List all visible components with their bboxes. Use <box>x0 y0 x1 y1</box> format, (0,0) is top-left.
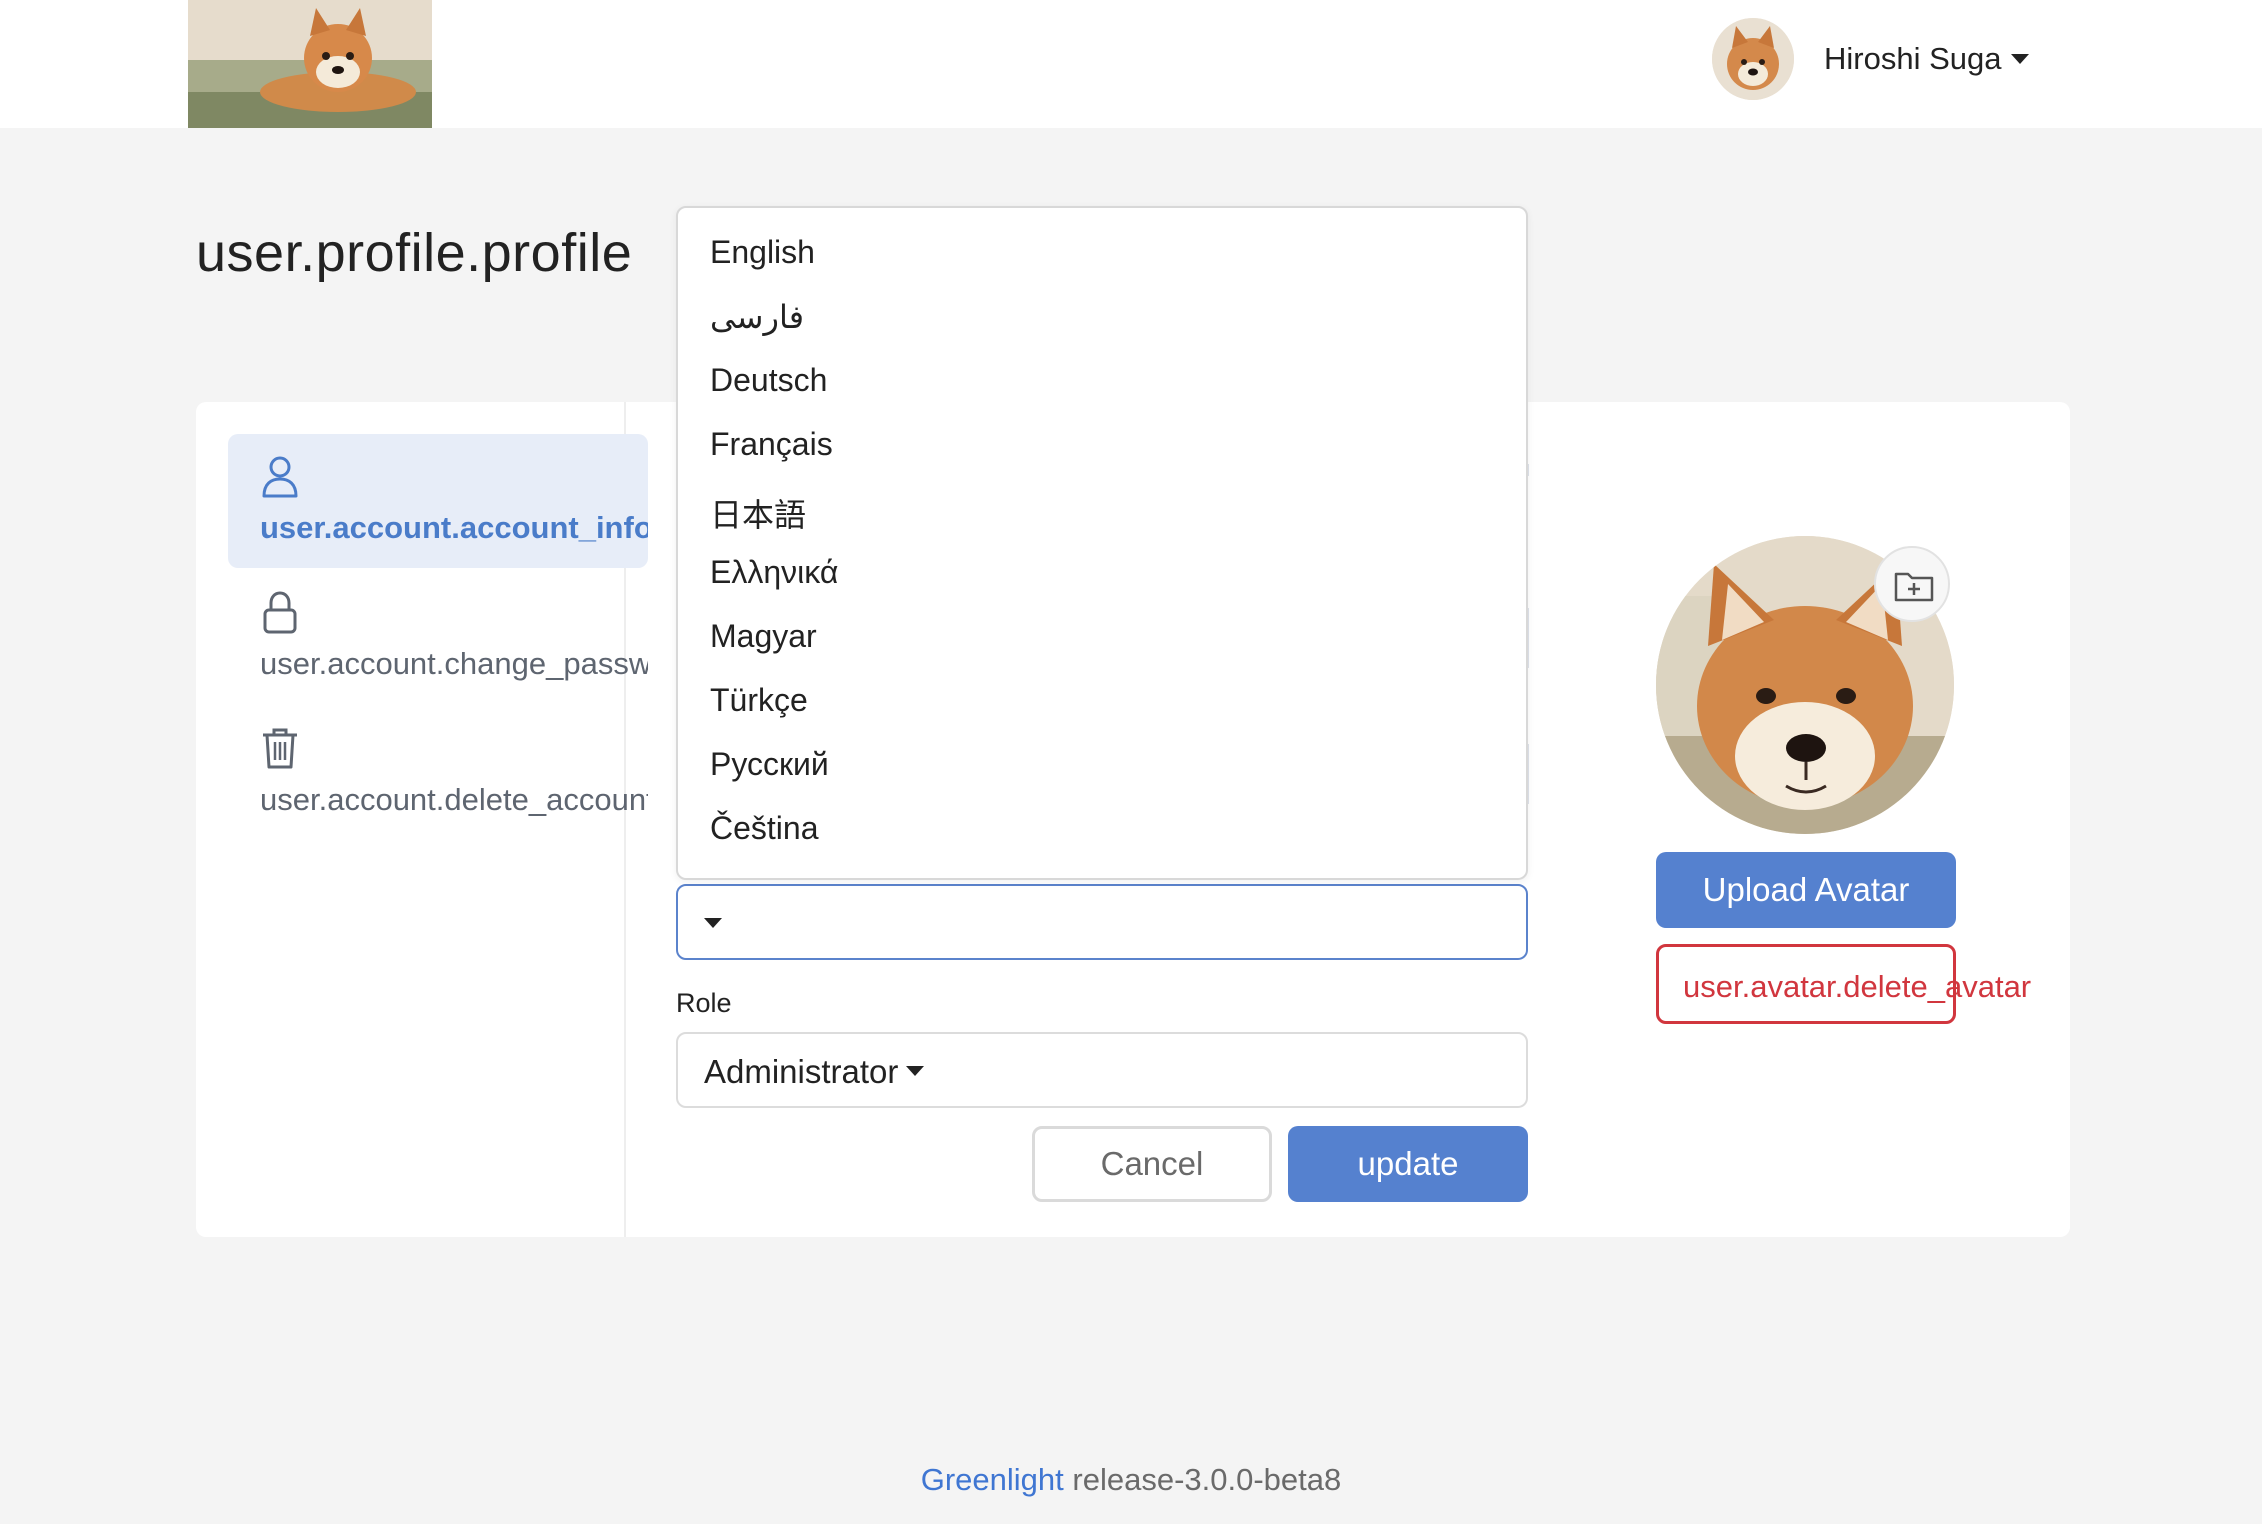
language-option-russian[interactable]: Русский <box>710 746 829 783</box>
greenlight-link[interactable]: Greenlight <box>921 1462 1064 1497</box>
user-avatar <box>1712 18 1794 100</box>
role-label: Role <box>676 988 732 1018</box>
sidebar-item-change-password[interactable]: user.account.change_password <box>228 570 648 704</box>
sidebar-item-delete-account[interactable]: user.account.delete_account <box>228 706 648 840</box>
sidebar-item-account-info[interactable]: user.account.account_info <box>228 434 648 568</box>
logo-image[interactable] <box>188 0 432 128</box>
language-option-french[interactable]: Français <box>710 426 833 463</box>
sidebar-item-label: user.account.change_password <box>260 646 648 681</box>
page-title: user.profile.profile <box>196 223 633 283</box>
language-option-german[interactable]: Deutsch <box>710 362 827 399</box>
language-option-greek[interactable]: Ελληνικά <box>710 554 838 591</box>
cancel-button[interactable]: Cancel <box>1032 1126 1272 1202</box>
language-dropdown-menu: English فارسی Deutsch Français 日本語 Ελλην… <box>676 206 1528 880</box>
sidebar-item-label: user.account.delete_account <box>260 782 648 817</box>
version-text: release-3.0.0-beta8 <box>1072 1462 1342 1497</box>
delete-avatar-button[interactable]: user.avatar.delete_avatar <box>1656 944 2031 1024</box>
language-select[interactable] <box>676 884 1528 960</box>
folder-plus-icon[interactable] <box>1874 546 1950 622</box>
language-option-turkish[interactable]: Türkçe <box>710 682 808 719</box>
top-navbar: Hiroshi Suga <box>0 0 2262 128</box>
delete-avatar-label: user.avatar.delete_avatar <box>1683 969 2032 1004</box>
language-option-english[interactable]: English <box>710 234 815 271</box>
trash-icon <box>263 728 297 769</box>
role-value: Administrator <box>704 1053 899 1090</box>
footer: Greenlight release-3.0.0-beta8 <box>0 1462 2262 1498</box>
role-select[interactable]: Administrator <box>676 1032 1528 1108</box>
sidebar-item-label: user.account.account_info <box>260 510 648 545</box>
user-menu-toggle[interactable]: Hiroshi Suga <box>1712 18 2030 100</box>
person-icon <box>262 456 298 498</box>
language-option-hungarian[interactable]: Magyar <box>710 618 817 655</box>
chevron-down-icon <box>2011 54 2030 64</box>
chevron-down-icon <box>906 1066 924 1076</box>
user-name: Hiroshi Suga <box>1824 41 2002 76</box>
language-option-czech[interactable]: Čeština <box>710 810 819 847</box>
lock-icon <box>263 591 297 634</box>
chevron-down-icon <box>704 918 722 928</box>
language-option-japanese[interactable]: 日本語 <box>710 490 806 536</box>
upload-avatar-button[interactable]: Upload Avatar <box>1656 852 1956 928</box>
update-button[interactable]: update <box>1288 1126 1528 1202</box>
language-option-farsi[interactable]: فارسی <box>710 298 804 336</box>
